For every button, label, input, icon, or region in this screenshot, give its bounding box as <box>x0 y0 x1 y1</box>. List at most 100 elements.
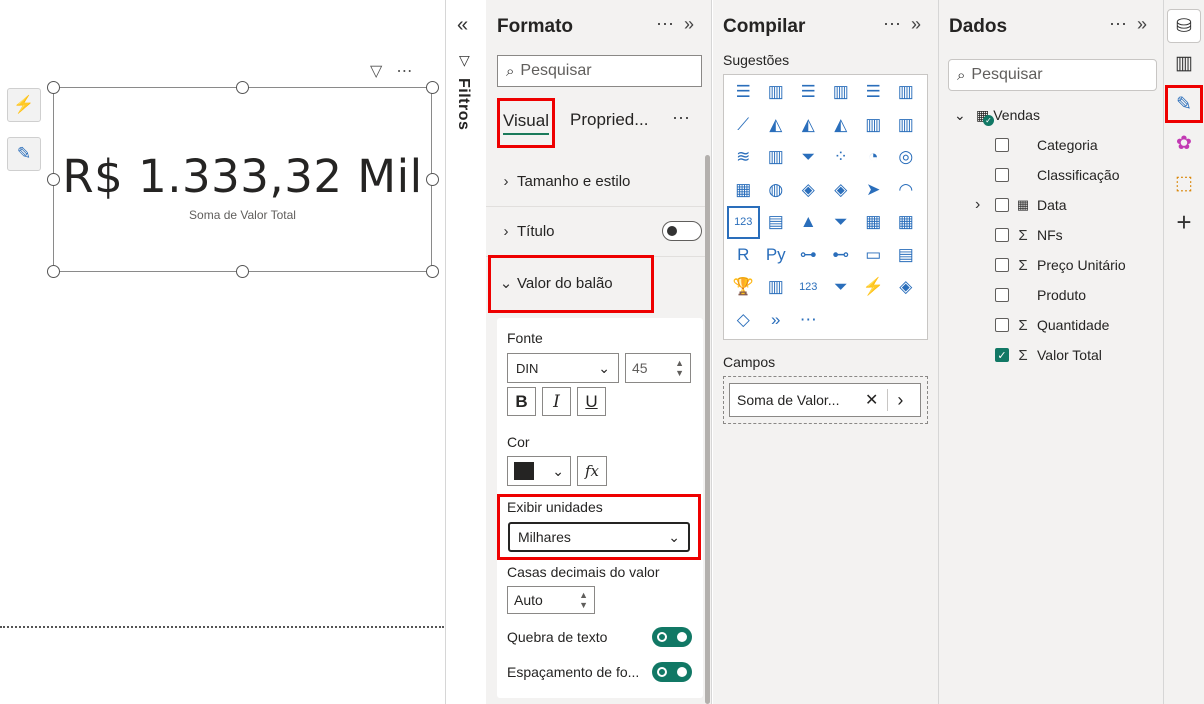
power-apps-icon[interactable]: ⏷ <box>825 271 858 304</box>
field-row[interactable]: Σ Quantidade <box>939 313 1159 337</box>
expand-filters-icon[interactable]: « <box>457 14 468 37</box>
more-options-icon[interactable]: ⋯ <box>396 61 412 81</box>
build-pane-more-icon[interactable]: ⋯ <box>883 14 903 35</box>
100-area-chart-icon[interactable]: ◭ <box>825 109 858 142</box>
field-row[interactable]: Categoria <box>939 133 1159 157</box>
field-checkbox[interactable]: ✓ <box>995 348 1009 362</box>
field-expand-icon[interactable]: › <box>897 390 903 411</box>
report-builder-icon[interactable]: ▥ <box>760 271 793 304</box>
multi-row-card-icon[interactable]: ▤ <box>760 206 793 239</box>
scatter-chart-icon[interactable]: ⁘ <box>825 141 858 174</box>
field-row[interactable]: Classificação <box>939 163 1159 187</box>
format-pane-button[interactable]: ✎ <box>1167 87 1201 121</box>
azure-map-icon[interactable]: ➤ <box>857 174 890 207</box>
collapse-pane-icon[interactable]: » <box>1137 14 1149 35</box>
collapse-pane-icon[interactable]: » <box>684 14 696 35</box>
resize-handle-tl[interactable] <box>47 81 60 94</box>
100-column-chart-icon[interactable]: ▥ <box>890 76 923 109</box>
field-pill-soma-valor[interactable]: Soma de Valor... ✕ › <box>729 383 921 417</box>
slicer-icon[interactable]: ⏷ <box>825 206 858 239</box>
table-node-vendas[interactable]: ⌄ ▦ ✓ Vendas <box>939 103 1159 127</box>
power-automate-icon[interactable]: ⚡ <box>857 271 890 304</box>
conditional-format-fx-button[interactable]: fx <box>577 456 607 486</box>
filters-pane-collapsed[interactable]: « ▽ Filtros <box>446 0 486 704</box>
kpi-icon[interactable]: ▲ <box>792 206 825 239</box>
tab-properties[interactable]: Propried... <box>570 110 648 130</box>
field-checkbox[interactable] <box>995 288 1009 302</box>
collapse-pane-icon[interactable]: » <box>911 14 923 35</box>
build-pane-button[interactable]: ▥ <box>1167 46 1201 80</box>
area-chart-icon[interactable]: ◭ <box>760 109 793 142</box>
data-search-input[interactable]: ⌕ Pesquisar <box>948 59 1157 91</box>
qa-visual-icon[interactable]: ▭ <box>857 239 890 272</box>
format-pane-scrollbar[interactable] <box>705 155 710 704</box>
stacked-area-chart-icon[interactable]: ◭ <box>792 109 825 142</box>
resize-handle-br[interactable] <box>426 265 439 278</box>
report-canvas[interactable]: ⚡ ✎ ▽ ⋯ R$ 1.333,32 Mil Soma de Valor To… <box>0 0 446 704</box>
data-pane-more-icon[interactable]: ⋯ <box>1109 14 1129 35</box>
pie-chart-icon[interactable]: ◔ <box>857 141 890 174</box>
stacked-column-chart-icon[interactable]: ▥ <box>760 76 793 109</box>
field-row[interactable]: ✓ Σ Valor Total <box>939 343 1159 367</box>
line-column-chart-icon[interactable]: ▥ <box>857 109 890 142</box>
decomposition-tree-icon[interactable]: ⊷ <box>825 239 858 272</box>
gauge-icon[interactable]: ◠ <box>890 174 923 207</box>
filters-label[interactable]: Filtros <box>454 78 472 130</box>
filter-icon[interactable]: ▽ <box>370 61 382 81</box>
python-visual-icon[interactable]: Py <box>760 239 793 272</box>
filled-map-icon[interactable]: ◈ <box>792 174 825 207</box>
more-visuals-ellipsis-icon[interactable]: ⋯ <box>792 304 825 337</box>
section-valor-balao[interactable]: ⌄ Valor do balão <box>486 270 706 296</box>
copilot-button[interactable]: ✿ <box>1167 126 1201 160</box>
resize-handle-tc[interactable] <box>236 81 249 94</box>
treemap-icon[interactable]: ▦ <box>727 174 760 207</box>
clustered-bar-chart-icon[interactable]: ☰ <box>792 76 825 109</box>
arcgis-map-icon[interactable]: ◈ <box>890 271 923 304</box>
remove-field-icon[interactable]: ✕ <box>865 390 878 410</box>
field-checkbox[interactable] <box>995 228 1009 242</box>
add-pane-button[interactable]: + <box>1167 205 1201 239</box>
field-checkbox[interactable] <box>995 198 1009 212</box>
tabs-more-icon[interactable]: ⋯ <box>672 108 690 129</box>
format-pane-more-icon[interactable]: ⋯ <box>656 14 676 35</box>
spacing-toggle[interactable] <box>652 662 692 682</box>
tab-visual[interactable]: Visual <box>497 98 555 148</box>
field-row[interactable]: › ▦ Data <box>939 193 1159 217</box>
r-visual-icon[interactable]: R <box>727 239 760 272</box>
line-clustered-column-chart-icon[interactable]: ▥ <box>890 109 923 142</box>
bookmarks-button[interactable]: ⬚ <box>1167 166 1201 200</box>
color-picker-dropdown[interactable]: ⌄ <box>507 456 571 486</box>
format-visual-tool[interactable]: ✎ <box>7 137 41 171</box>
get-more-visuals-icon[interactable]: ◇ <box>727 304 760 337</box>
line-chart-icon[interactable]: ⟋ <box>727 109 760 142</box>
100-bar-chart-icon[interactable]: ☰ <box>857 76 890 109</box>
waterfall-chart-icon[interactable]: ▥ <box>760 141 793 174</box>
field-row[interactable]: Σ NFs <box>939 223 1159 247</box>
funnel-chart-icon[interactable]: ⏷ <box>792 141 825 174</box>
font-family-dropdown[interactable]: DIN ⌄ <box>507 353 619 383</box>
key-influencers-icon[interactable]: ⊶ <box>792 239 825 272</box>
table-icon[interactable]: ▦ <box>857 206 890 239</box>
resize-handle-bl[interactable] <box>47 265 60 278</box>
format-search-input[interactable]: ⌕ Pesquisar <box>497 55 702 87</box>
title-toggle[interactable] <box>662 221 702 241</box>
field-checkbox[interactable] <box>995 168 1009 182</box>
more-visuals-icon[interactable]: » <box>760 304 793 337</box>
word-wrap-toggle[interactable] <box>652 627 692 647</box>
fields-well[interactable]: Soma de Valor... ✕ › <box>723 376 928 424</box>
shape-map-icon[interactable]: ◈ <box>825 174 858 207</box>
donut-chart-icon[interactable]: ◎ <box>890 141 923 174</box>
font-size-stepper[interactable]: 45 ▲ ▼ <box>625 353 691 383</box>
build-visual-tool[interactable]: ⚡ <box>7 88 41 122</box>
resize-handle-mr[interactable] <box>426 173 439 186</box>
field-row[interactable]: Σ Preço Unitário <box>939 253 1159 277</box>
card-visual[interactable]: R$ 1.333,32 Mil Soma de Valor Total <box>53 87 432 272</box>
resize-handle-ml[interactable] <box>47 173 60 186</box>
data-pane-button[interactable]: ⛁ <box>1167 9 1201 43</box>
bold-button[interactable]: B <box>507 387 536 416</box>
matrix-icon[interactable]: ▦ <box>890 206 923 239</box>
resize-handle-tr[interactable] <box>426 81 439 94</box>
field-checkbox[interactable] <box>995 258 1009 272</box>
clustered-column-chart-icon[interactable]: ▥ <box>825 76 858 109</box>
section-tamanho-estilo[interactable]: › Tamanho e estilo <box>486 168 706 194</box>
